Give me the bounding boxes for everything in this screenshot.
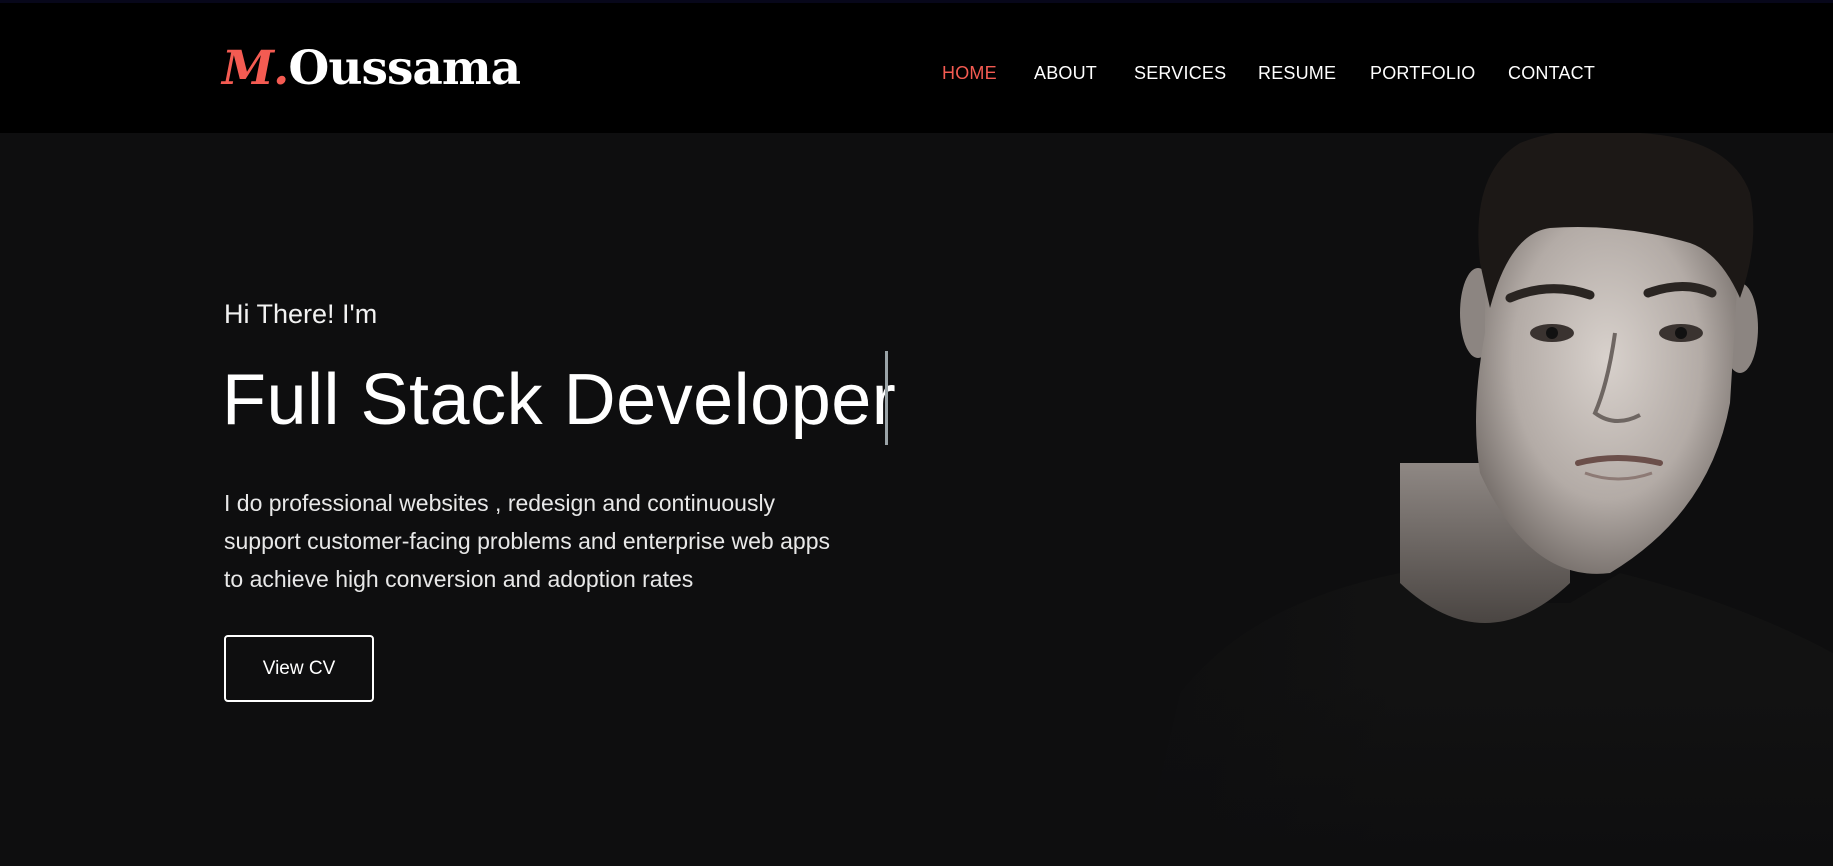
main-nav: HOME ABOUT SERVICES RESUME PORTFOLIO CON… <box>0 61 1833 85</box>
nav-contact[interactable]: CONTACT <box>1508 61 1595 85</box>
hero-description-line: I do professional websites , redesign an… <box>224 490 776 516</box>
portrait-photo <box>1100 133 1833 866</box>
typing-cursor <box>885 351 888 445</box>
navbar: M.Oussama HOME ABOUT SERVICES RESUME POR… <box>0 3 1833 133</box>
hero-description: I do professional websites , redesign an… <box>224 484 904 598</box>
hero-description-line: support customer-facing problems and ent… <box>224 528 830 554</box>
nav-resume[interactable]: RESUME <box>1258 61 1336 85</box>
hero-greeting: Hi There! I'm <box>224 299 378 329</box>
view-cv-button[interactable]: View CV <box>224 635 374 702</box>
hero-description-line: to achieve high conversion and adoption … <box>224 566 694 592</box>
nav-services[interactable]: SERVICES <box>1134 61 1226 85</box>
nav-home[interactable]: HOME <box>942 61 997 85</box>
nav-portfolio[interactable]: PORTFOLIO <box>1370 61 1476 85</box>
nav-about[interactable]: ABOUT <box>1034 61 1097 85</box>
hero-headline: Full Stack Developer <box>222 360 897 440</box>
